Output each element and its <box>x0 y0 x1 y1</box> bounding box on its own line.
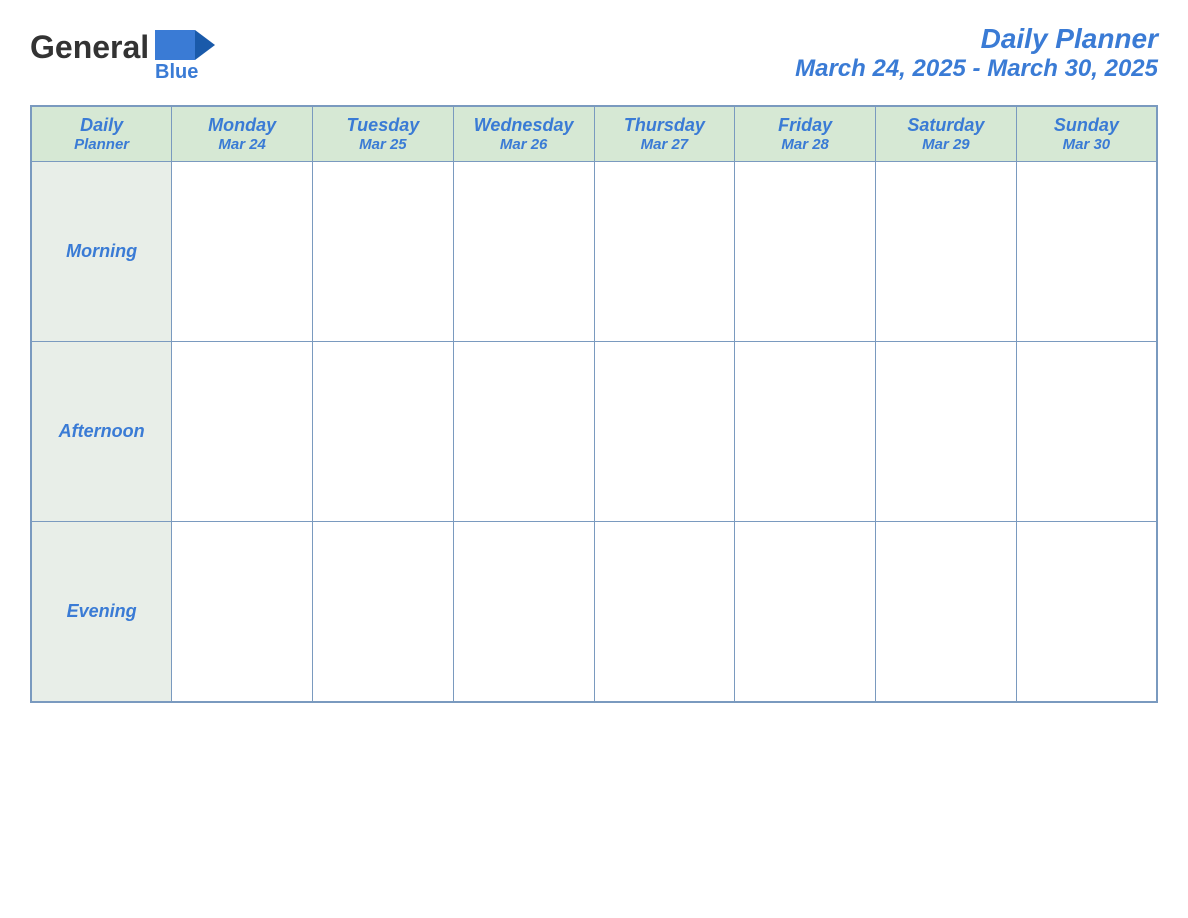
header-row: Daily Planner Monday Mar 24 Tuesday Mar … <box>31 106 1157 162</box>
monday-name: Monday <box>176 115 308 136</box>
sunday-name: Sunday <box>1021 115 1152 136</box>
evening-label: Evening <box>31 522 172 702</box>
svg-text:Blue: Blue <box>155 61 198 83</box>
evening-wednesday[interactable] <box>453 522 594 702</box>
label-header-line1: Daily <box>36 115 167 136</box>
friday-date: Mar 28 <box>739 136 871 153</box>
planner-title: Daily Planner <box>795 23 1158 55</box>
morning-sunday[interactable] <box>1016 162 1157 342</box>
column-header-sunday: Sunday Mar 30 <box>1016 106 1157 162</box>
logo-svg: General Blue <box>30 20 215 85</box>
column-header-saturday: Saturday Mar 29 <box>876 106 1017 162</box>
saturday-name: Saturday <box>880 115 1012 136</box>
evening-monday[interactable] <box>172 522 313 702</box>
svg-text:General: General <box>30 29 149 65</box>
logo: General Blue <box>30 20 215 85</box>
afternoon-sunday[interactable] <box>1016 342 1157 522</box>
column-header-wednesday: Wednesday Mar 26 <box>453 106 594 162</box>
wednesday-date: Mar 26 <box>458 136 590 153</box>
column-header-monday: Monday Mar 24 <box>172 106 313 162</box>
sunday-date: Mar 30 <box>1021 136 1152 153</box>
column-header-tuesday: Tuesday Mar 25 <box>313 106 454 162</box>
afternoon-friday[interactable] <box>735 342 876 522</box>
afternoon-wednesday[interactable] <box>453 342 594 522</box>
evening-sunday[interactable] <box>1016 522 1157 702</box>
afternoon-tuesday[interactable] <box>313 342 454 522</box>
label-header-line2: Planner <box>36 136 167 153</box>
evening-row: Evening <box>31 522 1157 702</box>
header: General Blue Daily Planner March 24, 202… <box>30 20 1158 85</box>
evening-thursday[interactable] <box>594 522 735 702</box>
date-range: March 24, 2025 - March 30, 2025 <box>795 55 1158 83</box>
wednesday-name: Wednesday <box>458 115 590 136</box>
morning-row: Morning <box>31 162 1157 342</box>
afternoon-thursday[interactable] <box>594 342 735 522</box>
evening-saturday[interactable] <box>876 522 1017 702</box>
column-header-label: Daily Planner <box>31 106 172 162</box>
saturday-date: Mar 29 <box>880 136 1012 153</box>
thursday-name: Thursday <box>599 115 731 136</box>
column-header-thursday: Thursday Mar 27 <box>594 106 735 162</box>
morning-label: Morning <box>31 162 172 342</box>
morning-friday[interactable] <box>735 162 876 342</box>
afternoon-row: Afternoon <box>31 342 1157 522</box>
evening-tuesday[interactable] <box>313 522 454 702</box>
tuesday-date: Mar 25 <box>317 136 449 153</box>
afternoon-label: Afternoon <box>31 342 172 522</box>
afternoon-saturday[interactable] <box>876 342 1017 522</box>
evening-friday[interactable] <box>735 522 876 702</box>
thursday-date: Mar 27 <box>599 136 731 153</box>
afternoon-monday[interactable] <box>172 342 313 522</box>
tuesday-name: Tuesday <box>317 115 449 136</box>
page: General Blue Daily Planner March 24, 202… <box>0 0 1188 918</box>
title-section: Daily Planner March 24, 2025 - March 30,… <box>795 23 1158 83</box>
morning-wednesday[interactable] <box>453 162 594 342</box>
monday-date: Mar 24 <box>176 136 308 153</box>
column-header-friday: Friday Mar 28 <box>735 106 876 162</box>
morning-tuesday[interactable] <box>313 162 454 342</box>
morning-saturday[interactable] <box>876 162 1017 342</box>
friday-name: Friday <box>739 115 871 136</box>
morning-monday[interactable] <box>172 162 313 342</box>
planner-table: Daily Planner Monday Mar 24 Tuesday Mar … <box>30 105 1158 703</box>
morning-thursday[interactable] <box>594 162 735 342</box>
